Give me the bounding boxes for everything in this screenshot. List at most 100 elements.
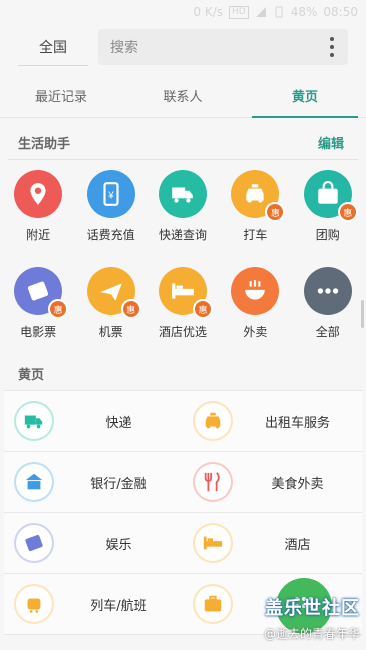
watermark-author: @逝去的青春年华 (263, 627, 360, 641)
battery-level: 48% (290, 5, 318, 19)
assistant-item-label: 快递查询 (158, 228, 207, 242)
yellow-pages-item[interactable]: 出租车服务 (183, 391, 362, 451)
phone-recharge-icon: ¥ (102, 182, 119, 206)
yellow-pages-title: 黄页 (18, 368, 45, 383)
assistant-item-circle (158, 170, 207, 218)
assistant-item[interactable]: 附近 (6, 170, 70, 243)
yellow-pages-item-label: 酒店 (284, 537, 311, 553)
discount-badge: 惠 (48, 299, 69, 319)
assistant-item-circle (14, 170, 63, 218)
yellow-pages-item-label: 出租车服务 (264, 415, 330, 431)
yellow-pages-item[interactable]: 快递 (4, 391, 183, 451)
assistant-item-circle (231, 267, 280, 315)
tab-recent[interactable]: 最近记录 (0, 74, 122, 117)
tab-bar: 最近记录 联系人 黄页 (0, 74, 366, 118)
food-bowl-icon (245, 280, 266, 300)
yellow-pages-item-label: 银行/金融 (90, 476, 147, 492)
yellow-pages-item-circle (14, 401, 54, 441)
tab-yellow-pages[interactable]: 黄页 (244, 74, 366, 118)
discount-badge: 惠 (192, 299, 213, 319)
delivery-truck-icon (24, 415, 43, 429)
yellow-pages-item-circle (14, 584, 54, 624)
status-bar: 0 K/s HD 48% 08:50 (0, 0, 366, 24)
svg-text:¥: ¥ (107, 190, 114, 201)
assistant-item-circle (303, 267, 352, 315)
hd-badge: HD (229, 5, 249, 19)
discount-badge: 惠 (337, 202, 358, 222)
briefcase-icon (204, 595, 222, 612)
location-pin-icon (30, 183, 46, 205)
assistant-item[interactable]: 全部 (296, 267, 360, 340)
assistant-item[interactable]: ¥ 话费充值 (79, 170, 143, 243)
scroll-indicator[interactable] (361, 300, 364, 328)
fork-knife-icon (204, 472, 220, 492)
yellow-pages-item-circle (14, 462, 54, 502)
search-placeholder: 搜索 (110, 40, 138, 56)
discount-badge: 惠 (265, 202, 286, 222)
discount-badge: 惠 (120, 299, 141, 319)
group-buy-icon (318, 181, 338, 204)
taxi-icon (205, 412, 221, 429)
net-speed: 0 K/s (193, 5, 224, 19)
yellow-pages-item[interactable]: 列车/航班 (4, 574, 183, 634)
assistant-grid: 附近 ¥ 话费充值 快递查询惠打车惠团购惠电影票惠机票惠酒店优选 外卖 全部 (0, 160, 366, 340)
yellow-pages-item-label: 娱乐 (105, 537, 132, 553)
assistant-item-label: 电影票 (20, 325, 57, 339)
movie-ticket-icon (25, 534, 43, 552)
watermark-logo: 盖乐世社区 (265, 598, 360, 619)
tab-contacts[interactable]: 联系人 (122, 74, 244, 117)
clock: 08:50 (323, 5, 358, 19)
assistant-item[interactable]: 快递查询 (151, 170, 215, 243)
assistant-item-circle: 惠 (231, 170, 286, 222)
assistant-item-label: 打车 (243, 228, 268, 242)
assistant-row: 惠电影票惠机票惠酒店优选 外卖 全部 (0, 267, 366, 340)
yellow-pages-item-circle (193, 462, 233, 502)
yellow-pages-item-circle (193, 523, 233, 563)
assistant-item-label: 团购 (315, 228, 340, 242)
bank-icon (25, 473, 43, 490)
assistant-title: 生活助手 (18, 137, 71, 152)
edit-button[interactable]: 编辑 (318, 133, 344, 152)
yellow-pages-item-circle (193, 401, 233, 441)
hotel-bed-icon (172, 283, 194, 299)
assistant-item-label: 机票 (98, 325, 123, 339)
assistant-item[interactable]: 惠机票 (79, 267, 143, 340)
more-dots-icon (317, 288, 339, 294)
yellow-pages-row: 快递 出租车服务 (4, 391, 362, 452)
assistant-item[interactable]: 外卖 (223, 267, 287, 340)
yellow-pages-item[interactable]: 美食外卖 (183, 452, 362, 512)
assistant-item[interactable]: 惠打车 (223, 170, 287, 243)
assistant-item-label: 外卖 (243, 325, 268, 339)
assistant-item-circle: ¥ (86, 170, 135, 218)
search-input[interactable]: 搜索 (98, 29, 348, 65)
hotel-bed-icon (203, 536, 223, 550)
yellow-pages-item-label: 列车/航班 (90, 598, 147, 614)
assistant-item-circle: 惠 (14, 267, 69, 319)
assistant-row: 附近 ¥ 话费充值 快递查询惠打车惠团购 (0, 170, 366, 243)
more-options-icon[interactable] (330, 37, 334, 57)
yellow-pages-row: 娱乐 酒店 (4, 513, 362, 574)
search-row: 全国 搜索 (0, 24, 366, 70)
yellow-pages-item-circle (193, 584, 233, 624)
movie-ticket-icon (28, 281, 49, 301)
yellow-pages-item[interactable]: 酒店 (183, 513, 362, 573)
assistant-header: 生活助手 编辑 (8, 126, 358, 160)
flight-ticket-icon (99, 283, 122, 301)
assistant-item-label: 附近 (26, 228, 51, 242)
yellow-pages-item-label: 快递 (105, 415, 132, 431)
assistant-item-label: 酒店优选 (158, 325, 207, 339)
yellow-pages-item[interactable]: 娱乐 (4, 513, 183, 573)
assistant-item[interactable]: 惠酒店优选 (151, 267, 215, 340)
yellow-pages-row: 银行/金融 美食外卖 (4, 452, 362, 513)
assistant-item-label: 全部 (315, 325, 340, 339)
yellow-pages-item-circle (14, 523, 54, 563)
city-selector[interactable]: 全国 (18, 28, 88, 66)
battery-icon (275, 6, 283, 18)
assistant-item[interactable]: 惠团购 (296, 170, 360, 243)
assistant-item-circle: 惠 (86, 267, 141, 319)
assistant-item[interactable]: 惠电影票 (6, 267, 70, 340)
assistant-item-circle: 惠 (158, 267, 213, 319)
delivery-truck-icon (172, 187, 193, 203)
train-plane-icon (27, 598, 41, 613)
yellow-pages-item[interactable]: 银行/金融 (4, 452, 183, 512)
